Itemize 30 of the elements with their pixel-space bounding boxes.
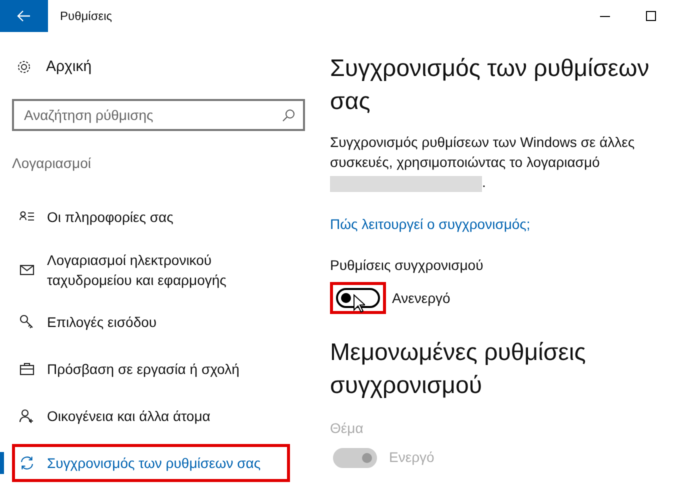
section-heading: Λογαριασμοί — [12, 154, 92, 173]
help-link[interactable]: Πώς λειτουργεί ο συγχρονισμός; — [330, 214, 530, 235]
description-end: . — [482, 173, 486, 192]
nav-item[interactable]: Επιλογές εισόδου — [12, 303, 290, 341]
nav-item[interactable]: Λογαριασμοί ηλεκτρονικού ταχυδρομείου και εφαρμογής — [12, 240, 290, 298]
person-add-icon — [19, 408, 35, 424]
toggle-state: Ανενεργό — [392, 288, 450, 308]
nav-item[interactable]: Συγχρονισμός των ρυθμίσεων σας — [12, 444, 290, 482]
key-icon — [19, 314, 35, 330]
setting-label: Ρυθμίσεις συγχρονισμού — [330, 256, 484, 275]
maximize-icon — [646, 11, 656, 21]
search-icon — [282, 108, 295, 122]
description-text: Συγχρονισμός ρυθμίσεων των Windows σε άλλες συσκευές, χρησιμοποιώντας το λογαριασμό — [330, 134, 635, 170]
home-nav-item[interactable]: Αρχική — [0, 56, 317, 78]
gear-icon — [16, 59, 32, 76]
sync-icon — [19, 455, 35, 471]
window-title: Ρυθμίσεις — [60, 8, 112, 25]
nav-item[interactable]: Οι πληροφορίες σας — [12, 198, 290, 236]
page-title: Συγχρονισμός των ρυθμίσεων σας — [330, 54, 650, 117]
mouse-pointer-icon — [353, 294, 365, 313]
back-button[interactable] — [0, 0, 48, 32]
toggle-state: Ενεργό — [389, 448, 434, 467]
nav-item[interactable]: Πρόσβαση σε εργασία ή σχολή — [12, 350, 290, 388]
briefcase-icon — [19, 361, 35, 377]
toggle-switch[interactable] — [336, 288, 380, 308]
setting-label: Θέμα — [330, 419, 364, 438]
nav-item[interactable]: Οικογένεια και άλλα άτομα — [12, 397, 290, 435]
search-field[interactable]: Αναζήτηση ρύθμισης — [12, 98, 305, 130]
back-arrow-icon — [17, 10, 31, 22]
section-title: Μεμονωμένες ρυθμίσεις συγχρονισμού — [330, 338, 587, 401]
